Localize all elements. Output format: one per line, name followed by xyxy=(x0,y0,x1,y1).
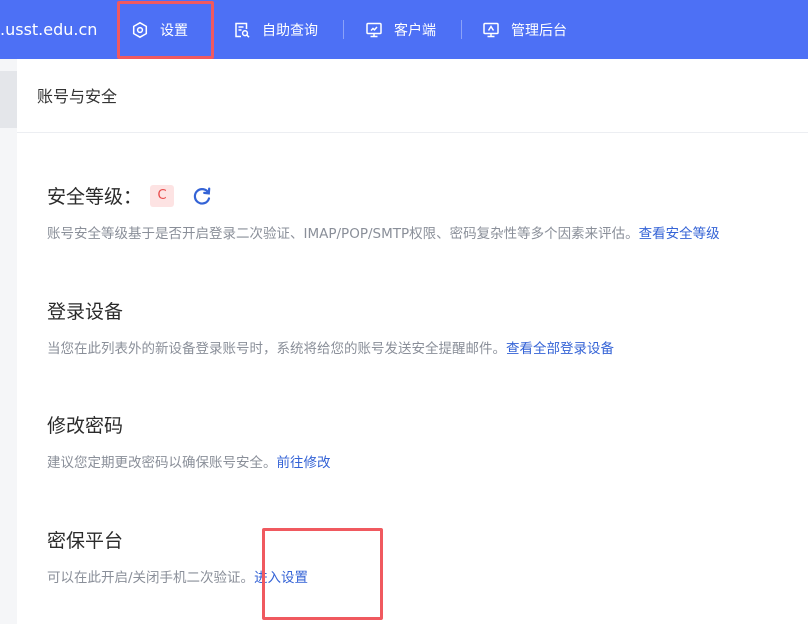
monitor-icon xyxy=(365,21,383,39)
top-nav-bar: .usst.edu.cn 设置 自助查询 客户端 管理后台 xyxy=(0,0,808,59)
page-header: 账号与安全 xyxy=(17,59,808,133)
document-search-icon xyxy=(233,21,251,39)
monitor-settings-icon xyxy=(482,21,500,39)
change-password-description-text: 建议您定期更改密码以确保账号安全。 xyxy=(47,455,277,471)
login-devices-description: 当您在此列表外的新设备登录账号时，系统将给您的账号发送安全提醒邮件。查看全部登录… xyxy=(47,339,614,359)
security-level-description: 账号安全等级基于是否开启登录二次验证、IMAP/POP/SMTP权限、密码复杂性… xyxy=(47,224,720,244)
settings-hexagon-icon xyxy=(131,21,149,39)
go-change-password-link[interactable]: 前往修改 xyxy=(277,455,331,471)
change-password-description: 建议您定期更改密码以确保账号安全。前往修改 xyxy=(47,453,331,473)
nav-settings[interactable]: 设置 xyxy=(131,0,188,59)
nav-admin-console[interactable]: 管理后台 xyxy=(482,0,567,59)
security-platform-description-text: 可以在此开启/关闭手机二次验证。 xyxy=(47,570,255,586)
security-level-section-title: 安全等级： C xyxy=(47,184,213,210)
nav-client[interactable]: 客户端 xyxy=(365,0,436,59)
login-devices-description-text: 当您在此列表外的新设备登录账号时，系统将给您的账号发送安全提醒邮件。 xyxy=(47,341,506,357)
sidebar xyxy=(0,59,17,624)
refresh-icon[interactable] xyxy=(191,185,213,207)
sidebar-active-item[interactable] xyxy=(0,71,17,128)
nav-divider xyxy=(343,20,344,39)
view-all-devices-link[interactable]: 查看全部登录设备 xyxy=(506,341,614,357)
nav-self-query[interactable]: 自助查询 xyxy=(233,0,318,59)
security-level-title: 安全等级： xyxy=(47,186,143,208)
security-level-description-text: 账号安全等级基于是否开启登录二次验证、IMAP/POP/SMTP权限、密码复杂性… xyxy=(47,226,639,242)
security-platform-description: 可以在此开启/关闭手机二次验证。进入设置 xyxy=(47,568,308,588)
nav-settings-label: 设置 xyxy=(160,22,188,39)
mail-domain: .usst.edu.cn xyxy=(0,20,98,39)
security-platform-title: 密保平台 xyxy=(47,530,124,552)
nav-client-label: 客户端 xyxy=(394,22,436,39)
nav-self-query-label: 自助查询 xyxy=(262,22,318,39)
page-title: 账号与安全 xyxy=(37,87,118,106)
view-security-level-link[interactable]: 查看安全等级 xyxy=(639,226,720,242)
nav-divider xyxy=(461,20,462,39)
login-devices-title: 登录设备 xyxy=(47,301,124,323)
change-password-title: 修改密码 xyxy=(47,415,124,437)
nav-admin-console-label: 管理后台 xyxy=(511,22,567,39)
security-level-badge: C xyxy=(150,185,175,207)
enter-settings-link[interactable]: 进入设置 xyxy=(254,570,308,586)
